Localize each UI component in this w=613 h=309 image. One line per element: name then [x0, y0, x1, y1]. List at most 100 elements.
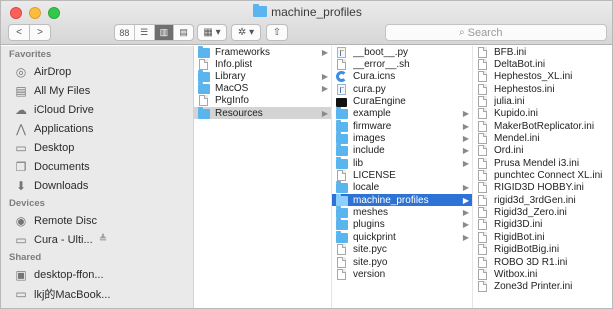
list-view-button[interactable]: ☰ — [135, 25, 155, 40]
file-name: Kupido.ini — [494, 108, 538, 120]
file-row[interactable]: julia.ini — [473, 95, 612, 108]
file-row[interactable]: Zone3d Printer.ini — [473, 281, 612, 293]
file-row[interactable]: RIGID3D HOBBY.ini — [473, 182, 612, 194]
file-row[interactable]: lib ▶ — [332, 156, 472, 169]
file-name: Rigid3D.ini — [494, 219, 543, 231]
file-row[interactable]: Cura.icns — [332, 71, 472, 83]
file-row[interactable]: site.pyo — [332, 256, 472, 268]
file-row[interactable]: DeltaBot.ini — [473, 58, 612, 71]
gear-icon: ✲ ▾ — [237, 27, 255, 38]
file-row[interactable]: Kupido.ini — [473, 108, 612, 120]
file-row[interactable]: LICENSE — [332, 169, 472, 182]
document-icon — [478, 133, 487, 145]
file-row[interactable]: rigid3d_3rdGen.ini — [473, 194, 612, 206]
arrange-button[interactable]: ▦ ▾ — [197, 24, 227, 41]
sidebar-item-label: AirDrop — [34, 65, 72, 78]
document-icon — [478, 120, 487, 132]
share-button[interactable]: ⇧ — [266, 24, 288, 41]
folder-icon — [336, 206, 348, 219]
sidebar-item-remote-disc[interactable]: ◉ Remote Disc — [1, 211, 193, 230]
cover-flow-view-button[interactable]: ▤ — [174, 25, 193, 40]
disclosure-chevron-icon: ▶ — [462, 158, 469, 168]
sidebar-item-label: Applications — [34, 122, 94, 135]
document-icon — [478, 281, 487, 293]
sidebar-item-desktop-ffon[interactable]: ▣ desktop-ffon... — [1, 265, 193, 284]
file-name: Rigid3d_Zero.ini — [494, 207, 567, 219]
sidebar-item-icloud-drive[interactable]: ☁ iCloud Drive — [1, 100, 193, 119]
eject-icon[interactable]: ≜ — [99, 234, 107, 245]
document-icon — [478, 96, 487, 108]
desktop-icon: ▭ — [15, 140, 27, 155]
column-view-button[interactable]: ▥ — [154, 25, 175, 40]
sidebar-header-devices: Devices — [9, 198, 45, 209]
folder-icon — [198, 69, 210, 82]
sidebar-item-applications[interactable]: ⋀ Applications — [1, 119, 193, 138]
sidebar-item-rdserver[interactable]: ▣rdserver — [1, 303, 193, 309]
file-row[interactable]: locale ▶ — [332, 181, 472, 194]
file-row[interactable]: MacOS ▶ — [194, 82, 331, 95]
file-row[interactable]: Frameworks ▶ — [194, 46, 331, 58]
all-files-icon: ▤ — [15, 83, 27, 98]
file-row[interactable]: firmware ▶ — [332, 119, 472, 132]
file-name: Resources — [215, 107, 263, 119]
file-row[interactable]: CuraEngine — [332, 95, 472, 107]
action-button[interactable]: ✲ ▾ — [231, 24, 261, 41]
file-row[interactable]: ROBO 3D R1.ini — [473, 256, 612, 268]
file-row[interactable]: Hephestos.ini — [473, 83, 612, 95]
file-row[interactable]: PkgInfo — [194, 95, 331, 107]
file-row[interactable]: Resources ▶ — [194, 106, 331, 120]
file-row[interactable]: Info.plist — [194, 58, 331, 70]
back-button[interactable]: < — [8, 24, 30, 41]
file-row[interactable]: Ord.ini — [473, 145, 612, 157]
disclosure-chevron-icon: ▶ — [462, 109, 469, 119]
file-row[interactable]: meshes ▶ — [332, 206, 472, 219]
file-row[interactable]: BFB.ini — [473, 46, 612, 58]
sidebar-item-downloads[interactable]: ⬇ Downloads — [1, 176, 193, 195]
disclosure-chevron-icon: ▶ — [321, 71, 328, 81]
file-name: lib — [353, 157, 364, 169]
file-row[interactable]: Mendel.ini — [473, 132, 612, 145]
forward-button[interactable]: > — [29, 24, 51, 41]
file-row[interactable]: include ▶ — [332, 144, 472, 157]
file-row[interactable]: images ▶ — [332, 132, 472, 145]
file-row[interactable]: cura.py — [332, 83, 472, 95]
sidebar-item-macbook[interactable]: ▭ lkj的MacBook... — [1, 284, 193, 303]
document-icon — [478, 83, 487, 95]
folder-icon — [198, 82, 210, 95]
sidebar-item-documents[interactable]: ❐ Documents — [1, 157, 193, 176]
file-row[interactable]: Hephestos_XL.ini — [473, 71, 612, 83]
sidebar-item-airdrop[interactable]: ◎ AirDrop — [1, 62, 193, 81]
file-row[interactable]: version — [332, 268, 472, 280]
file-row[interactable]: quickprint ▶ — [332, 230, 472, 243]
file-row[interactable]: __boot__.py — [332, 46, 472, 58]
file-name: BFB.ini — [494, 46, 527, 58]
file-row[interactable]: MakerBotReplicator.ini — [473, 120, 612, 132]
folder-icon — [198, 106, 210, 119]
file-row[interactable]: Witbox.ini — [473, 268, 612, 280]
file-row[interactable]: Library ▶ — [194, 69, 331, 82]
file-name: cura.py — [353, 83, 386, 95]
disclosure-chevron-icon: ▶ — [462, 232, 469, 242]
file-row[interactable]: machine_profiles ▶ — [332, 193, 472, 207]
document-icon — [478, 157, 487, 169]
sidebar-item-desktop[interactable]: ▭ Desktop — [1, 138, 193, 157]
file-row[interactable]: punchtec Connect XL.ini — [473, 169, 612, 182]
file-row[interactable]: RigidBot.ini — [473, 231, 612, 243]
file-row[interactable]: Rigid3d_Zero.ini — [473, 206, 612, 219]
icon-view-button[interactable]: 88 — [115, 25, 135, 40]
sidebar-header-favorites: Favorites — [9, 49, 52, 60]
file-row[interactable]: __error__.sh — [332, 58, 472, 71]
sidebar-item-cura-volume[interactable]: ▭ Cura - Ulti... ≜ — [1, 230, 193, 249]
file-row[interactable]: site.pyc — [332, 244, 472, 256]
file-row[interactable]: plugins ▶ — [332, 218, 472, 231]
file-row[interactable]: Rigid3D.ini — [473, 219, 612, 231]
file-name: CuraEngine — [353, 96, 406, 108]
drive-icon: ▭ — [15, 232, 27, 247]
file-row[interactable]: RigidBotBig.ini — [473, 244, 612, 256]
file-name: PkgInfo — [215, 95, 249, 107]
sidebar-item-all-my-files[interactable]: ▤ All My Files — [1, 81, 193, 100]
file-row[interactable]: Prusa Mendel i3.ini — [473, 157, 612, 169]
file-row[interactable]: example ▶ — [332, 107, 472, 120]
view-mode-control: 88 ☰ ▥ ▤ — [114, 24, 194, 41]
search-input[interactable]: ⌕ Search — [385, 24, 607, 41]
